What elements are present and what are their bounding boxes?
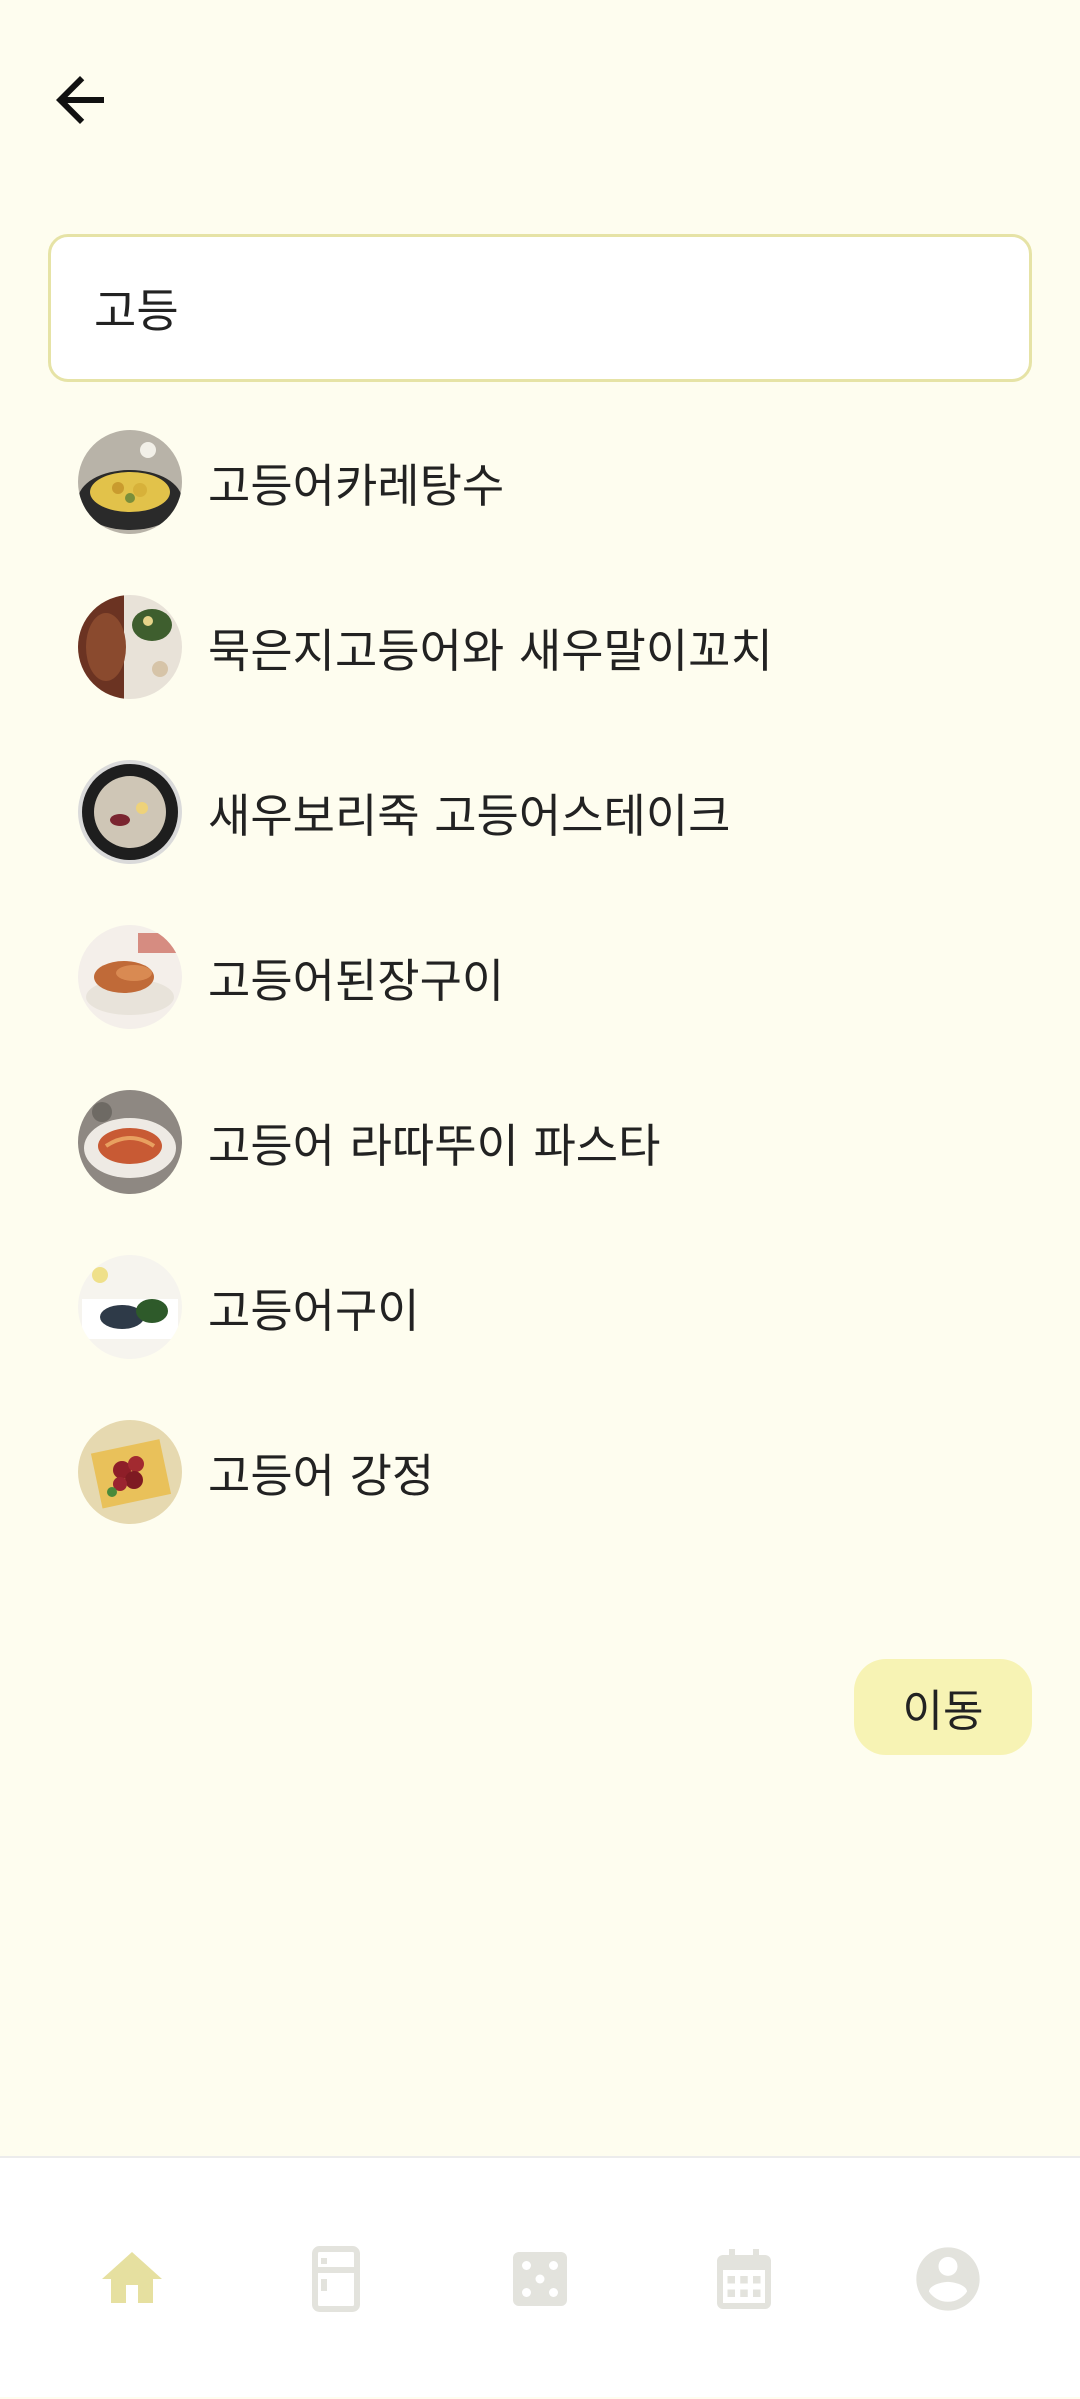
pasta-dish-thumbnail — [78, 1090, 182, 1194]
list-item[interactable]: 새우보리죽 고등어스테이크 — [0, 730, 1080, 895]
arrow-left-icon — [56, 76, 104, 124]
grilled-fish-thumbnail — [78, 925, 182, 1029]
result-label: 고등어 강정 — [208, 1448, 435, 1503]
dice-icon — [513, 2251, 567, 2306]
fridge-icon — [312, 2245, 360, 2312]
calendar-icon — [717, 2248, 771, 2309]
back-button[interactable] — [34, 54, 126, 146]
search-input[interactable] — [94, 281, 1029, 335]
nav-random[interactable] — [438, 2158, 642, 2399]
list-item[interactable]: 고등어된장구이 — [0, 895, 1080, 1060]
list-item[interactable]: 고등어 강정 — [0, 1390, 1080, 1555]
result-label: 고등어카레탕수 — [208, 458, 505, 513]
result-label: 고등어된장구이 — [208, 953, 505, 1008]
list-item[interactable]: 묵은지고등어와 새우말이꼬치 — [0, 565, 1080, 730]
grilled-mackerel-thumbnail — [78, 1255, 182, 1359]
bottom-navigation — [0, 2156, 1080, 2397]
curry-dish-thumbnail — [78, 430, 182, 534]
result-label: 묵은지고등어와 새우말이꼬치 — [208, 623, 773, 678]
result-label: 고등어구이 — [208, 1283, 420, 1338]
nav-home[interactable] — [30, 2158, 234, 2399]
list-item[interactable]: 고등어카레탕수 — [0, 400, 1080, 565]
list-item[interactable]: 고등어구이 — [0, 1225, 1080, 1390]
fried-mackerel-thumbnail — [78, 1420, 182, 1524]
list-item[interactable]: 고등어 라따뚜이 파스타 — [0, 1060, 1080, 1225]
account-icon — [916, 2246, 980, 2311]
result-label: 고등어 라따뚜이 파스타 — [208, 1118, 661, 1173]
search-field[interactable] — [48, 234, 1032, 382]
porridge-dish-thumbnail — [78, 760, 182, 864]
nav-calendar[interactable] — [642, 2158, 846, 2399]
result-label: 새우보리죽 고등어스테이크 — [208, 788, 731, 843]
nav-account[interactable] — [846, 2158, 1050, 2399]
skewer-dish-thumbnail — [78, 595, 182, 699]
go-button[interactable]: 이동 — [854, 1659, 1032, 1755]
nav-fridge[interactable] — [234, 2158, 438, 2399]
home-icon — [102, 2251, 162, 2303]
go-button-label: 이동 — [902, 1686, 984, 1737]
